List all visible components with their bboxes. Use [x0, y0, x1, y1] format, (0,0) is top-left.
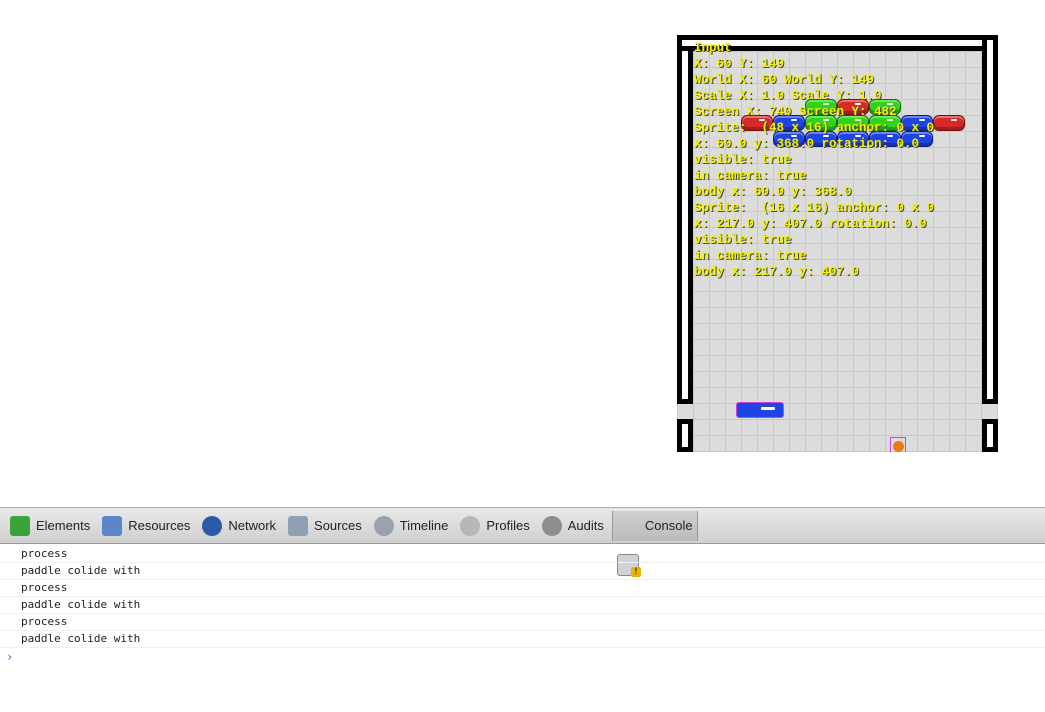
tab-audits[interactable]: Audits: [538, 511, 608, 541]
tab-resources[interactable]: Resources: [98, 511, 194, 541]
game-canvas[interactable]: Input X: 60 Y: 149 World X: 60 World Y: …: [677, 35, 998, 452]
brick-red: [933, 115, 965, 131]
console-message: process: [0, 546, 1045, 563]
debug-overlay: Input X: 60 Y: 149 World X: 60 World Y: …: [694, 40, 934, 280]
tab-label: Timeline: [399, 518, 449, 533]
timeline-icon: [373, 515, 394, 536]
bottom-left-post-border: [682, 424, 688, 447]
paddle[interactable]: [736, 402, 784, 418]
devtools-toolbar: Elements Resources Network Sources Timel…: [0, 507, 1045, 577]
debug-line: Sprite: (48 x 16) anchor: 0 x 0: [694, 121, 935, 135]
tab-label: Resources: [128, 518, 191, 533]
network-icon: [202, 515, 223, 536]
tab-console[interactable]: Console: [611, 510, 698, 577]
tab-label: Profiles: [486, 518, 530, 533]
tab-label: Elements: [36, 518, 91, 533]
audits-icon: [541, 515, 562, 536]
debug-line: x: 217.0 y: 407.0 rotation: 0.0: [694, 217, 927, 231]
debug-line: body x: 60.0 y: 368.0: [694, 185, 852, 199]
elements-icon: [10, 515, 30, 536]
tab-label: Console: [644, 518, 693, 533]
console-log: process paddle colide with process paddl…: [0, 546, 1045, 648]
devtools-panel: Elements Resources Network Sources Timel…: [0, 507, 1045, 712]
debug-line: visible: true: [694, 153, 792, 167]
tab-sources[interactable]: Sources: [284, 511, 366, 541]
tab-label: Network: [228, 518, 277, 533]
tab-network[interactable]: Network: [198, 511, 280, 541]
debug-line: Scale X: 1.0 Scale Y: 1.0: [694, 89, 882, 103]
console-message: paddle colide with: [0, 597, 1045, 614]
debug-line: Input: [694, 41, 732, 55]
profiles-icon: [460, 515, 481, 536]
debug-line: Sprite: (16 x 16) anchor: 0 x 0: [694, 201, 935, 215]
tab-profiles[interactable]: Profiles: [456, 511, 533, 541]
console-message: process: [0, 614, 1045, 631]
debug-line: in camera: true: [694, 249, 807, 263]
debug-line: visible: true: [694, 233, 792, 247]
debug-line: in camera: true: [694, 169, 807, 183]
debug-line: x: 60.0 y: 368.0 rotation: 0.0: [694, 137, 920, 151]
console-message: process: [0, 580, 1045, 597]
ball: [890, 437, 906, 452]
tab-elements[interactable]: Elements: [6, 511, 94, 541]
console-message: paddle colide with: [0, 563, 1045, 580]
bottom-right-post-border: [987, 424, 993, 447]
resources-icon: [102, 515, 123, 536]
debug-line: World X: 60 World Y: 149: [694, 73, 875, 87]
debug-line: Screen X: 740 Screen Y: 482: [694, 105, 897, 119]
debug-line: body x: 217.0 y: 407.0: [694, 265, 860, 279]
left-wall-border: [682, 40, 688, 399]
debug-line: X: 60 Y: 149: [694, 57, 785, 71]
console-message: paddle colide with: [0, 631, 1045, 648]
right-wall-border: [987, 40, 993, 399]
tab-timeline[interactable]: Timeline: [370, 511, 453, 541]
sources-icon: [288, 515, 309, 536]
tab-label: Sources: [314, 518, 362, 533]
console-prompt-input[interactable]: ›: [6, 650, 13, 664]
tab-label: Audits: [567, 518, 604, 533]
